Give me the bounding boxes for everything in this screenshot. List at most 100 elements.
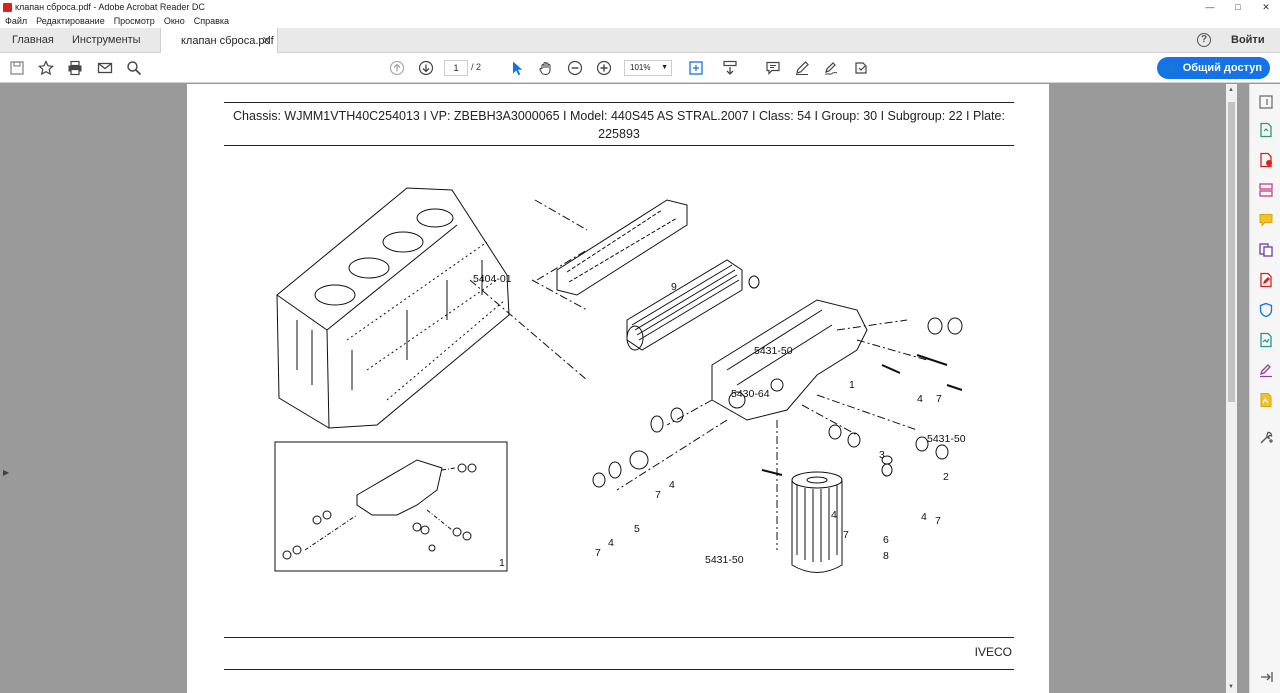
zoom-select[interactable]: 101% ▼ — [624, 60, 672, 76]
maximize-button[interactable]: □ — [1224, 0, 1252, 14]
menu-edit[interactable]: Редактирование — [31, 16, 109, 26]
label-cooler-ring: 5431-50 — [754, 345, 793, 357]
label-n7d: 7 — [935, 515, 941, 527]
user-plus-icon: 👤 — [1164, 62, 1179, 75]
label-n1: 1 — [849, 379, 855, 391]
page-number-input[interactable]: 1 — [444, 60, 468, 76]
search-icon[interactable] — [125, 59, 143, 77]
star-icon[interactable] — [37, 59, 55, 77]
help-icon[interactable]: ? — [1197, 33, 1211, 47]
menu-help[interactable]: Справка — [189, 16, 233, 26]
scroll-up-icon[interactable]: ▲ — [1228, 87, 1234, 93]
acrobat-app-icon — [3, 2, 12, 12]
zoom-out-icon[interactable] — [566, 59, 584, 77]
share-button[interactable]: 👤 Общий доступ — [1157, 57, 1270, 79]
collapse-pane-icon[interactable] — [1258, 94, 1274, 110]
fit-page-icon[interactable] — [684, 59, 708, 77]
label-n5: 5 — [634, 523, 640, 535]
comment-icon[interactable] — [764, 59, 782, 77]
cursor-icon[interactable] — [508, 59, 526, 77]
expand-pane-icon[interactable] — [1258, 669, 1274, 685]
label-n4b: 4 — [669, 479, 675, 491]
pen-icon[interactable] — [793, 59, 811, 77]
label-n4a: 4 — [917, 393, 923, 405]
window-titlebar: клапан сброса.pdf - Adobe Acrobat Reader… — [0, 0, 1280, 14]
combine-files-icon[interactable] — [1258, 182, 1274, 198]
inset-number: 1 — [499, 557, 505, 569]
organize-pages-icon[interactable] — [1258, 242, 1274, 258]
arrow-up-circle-icon[interactable] — [388, 59, 406, 77]
protect-icon[interactable] — [1258, 302, 1274, 318]
exploded-parts-diagram: 1 5404-01 9 5431-50 5430-64 1 4 7 5431-5… — [274, 187, 966, 590]
label-n7c: 7 — [843, 529, 849, 541]
tab-tools[interactable]: Инструменты — [72, 34, 141, 46]
label-filter: 5430-20 — [827, 589, 866, 590]
gasket-drawing — [556, 199, 688, 296]
scroll-mode-icon[interactable] — [721, 59, 739, 77]
label-n2: 2 — [943, 471, 949, 483]
main-toolbar: 1 / 2 101% ▼ 👤 Общий доступ — [0, 53, 1280, 83]
sign-icon[interactable] — [822, 59, 840, 77]
seal-ring — [927, 317, 943, 335]
comment-tool-icon[interactable] — [1258, 212, 1274, 228]
oil-filter-drawing — [791, 471, 843, 573]
label-n9: 9 — [671, 281, 677, 293]
menu-window[interactable]: Окно — [159, 16, 189, 26]
label-bolt-bottom: 5431-50 — [705, 554, 744, 566]
header-rule-bottom — [224, 145, 1014, 146]
label-n3: 3 — [879, 449, 885, 461]
edit-pdf-icon[interactable] — [1258, 272, 1274, 288]
label-n4c: 4 — [831, 509, 837, 521]
page-total: / 2 — [471, 62, 482, 72]
save-icon[interactable] — [8, 59, 26, 77]
header-rule-top — [224, 102, 1014, 103]
arrow-down-circle-icon[interactable] — [417, 59, 435, 77]
label-n7a: 7 — [936, 393, 942, 405]
minimize-button[interactable]: — — [1196, 0, 1224, 14]
zoom-in-icon[interactable] — [595, 59, 613, 77]
window-title: клапан сброса.pdf - Adobe Acrobat Reader… — [15, 2, 205, 12]
signin-link[interactable]: Войти — [1231, 34, 1265, 46]
footer-rule-bottom — [224, 669, 1014, 670]
label-n4d: 4 — [921, 511, 927, 523]
tab-document-label: клапан сброса.pdf — [181, 35, 274, 47]
create-pdf-icon[interactable] — [1258, 152, 1274, 168]
scrollbar-thumb[interactable] — [1228, 102, 1235, 402]
label-n6: 6 — [883, 534, 889, 546]
close-tab-icon[interactable]: ✕ — [262, 34, 271, 47]
mail-icon[interactable] — [96, 59, 114, 77]
optimize-pdf-icon[interactable] — [1258, 332, 1274, 348]
footer-brand: IVECO — [974, 645, 1012, 659]
filter-housing-drawing — [711, 299, 868, 421]
menu-view[interactable]: Просмотр — [109, 16, 159, 26]
scroll-down-icon[interactable]: ▼ — [1228, 684, 1234, 690]
inset-detail-box: 1 — [274, 441, 508, 572]
fill-sign-icon[interactable] — [852, 59, 870, 77]
zoom-value: 101% — [630, 63, 651, 72]
chevron-right-icon[interactable]: ▶ — [3, 468, 9, 477]
label-n7b: 7 — [655, 489, 661, 501]
share-button-label: Общий доступ — [1182, 62, 1262, 74]
export-pdf-icon[interactable] — [1258, 122, 1274, 138]
footer-rule-top — [224, 637, 1014, 638]
chevron-down-icon: ▼ — [661, 64, 668, 71]
engine-block-drawing — [276, 187, 510, 429]
menu-bar: Файл Редактирование Просмотр Окно Справк… — [0, 14, 1280, 28]
label-housing: 5430-64 — [731, 388, 770, 400]
more-tools-icon[interactable] — [1258, 430, 1274, 446]
label-block: 5404-01 — [473, 273, 512, 285]
menu-file[interactable]: Файл — [0, 16, 31, 26]
hand-icon[interactable] — [537, 59, 555, 77]
vertical-scrollbar[interactable]: ▲ ▼ — [1226, 84, 1237, 693]
label-n8: 8 — [883, 550, 889, 562]
label-n4e: 4 — [608, 537, 614, 549]
close-window-button[interactable]: ✕ — [1252, 0, 1280, 14]
tab-bar: Главная Инструменты клапан сброса.pdf ✕ … — [0, 28, 1280, 53]
label-bolt-right: 5431-50 — [927, 433, 966, 445]
fill-sign-tool-icon[interactable] — [1258, 362, 1274, 378]
tab-home[interactable]: Главная — [12, 34, 54, 46]
tab-document[interactable]: клапан сброса.pdf ✕ — [160, 28, 278, 53]
print-icon[interactable] — [66, 59, 84, 77]
pdf-page: Chassis: WJMM1VTH40C254013 I VP: ZBEBH3A… — [187, 84, 1049, 693]
send-for-signature-icon[interactable] — [1258, 392, 1274, 408]
